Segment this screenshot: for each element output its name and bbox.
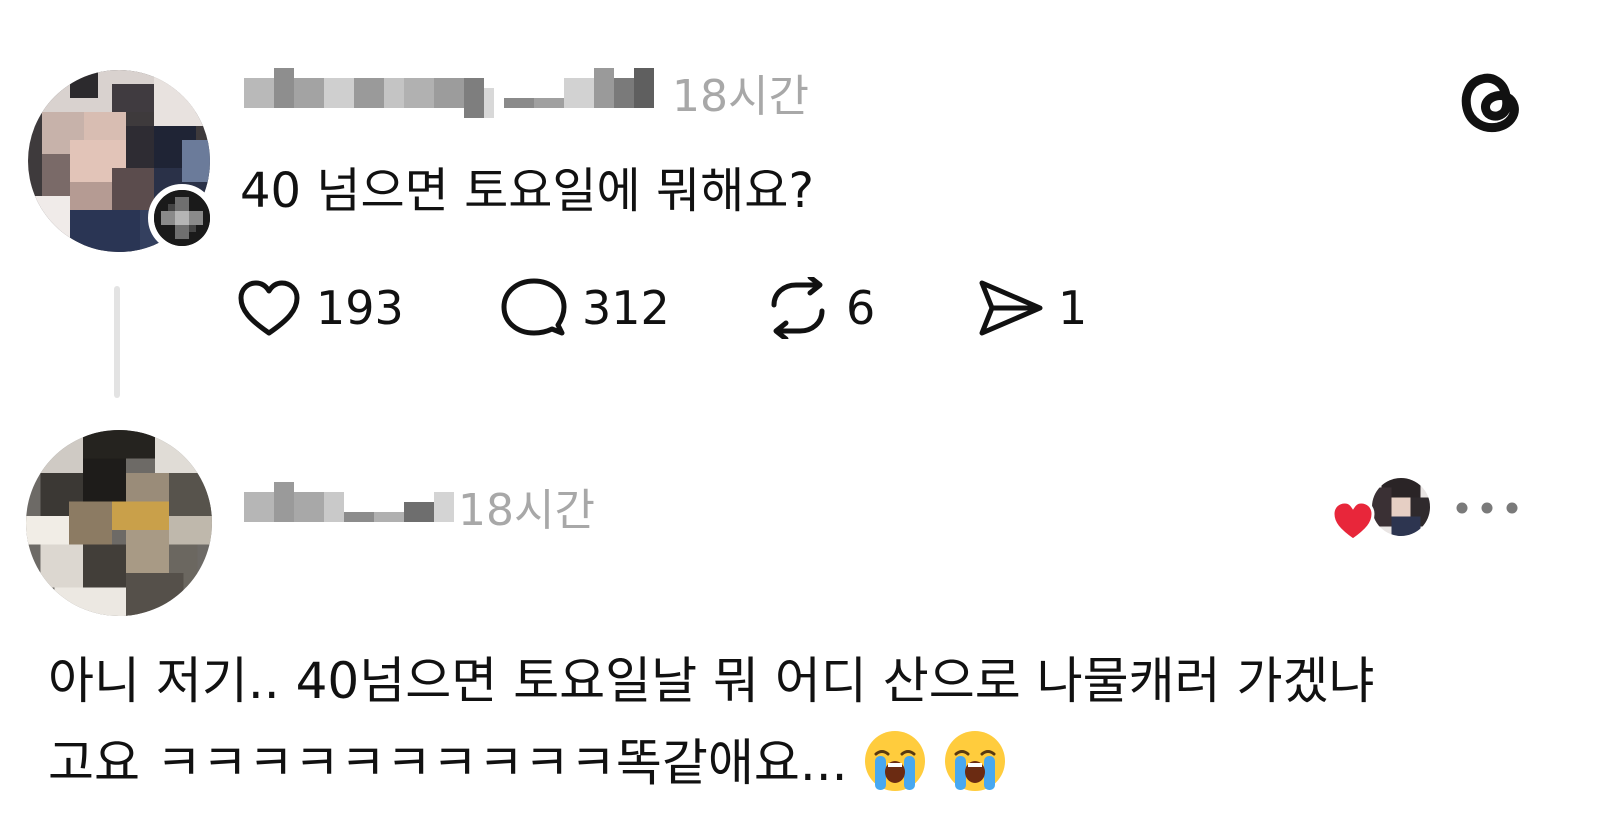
more-options-icon[interactable] — [1450, 496, 1524, 520]
send-icon — [979, 280, 1043, 336]
author-username-pixelated[interactable] — [244, 68, 664, 118]
repost-button[interactable]: 6 — [764, 276, 875, 340]
reply-count: 312 — [582, 281, 670, 335]
speech-bubble-icon — [501, 278, 567, 336]
like-button[interactable]: 193 — [236, 276, 404, 340]
share-button[interactable]: 1 — [976, 276, 1087, 340]
repost-icon — [771, 277, 825, 339]
liked-by-avatar — [1370, 476, 1432, 538]
reply-text: 아니 저기.. 40넘으면 토요일날 뭐 어디 산으로 나물캐러 가겠냐 고요 … — [48, 640, 1568, 804]
reply-author-avatar[interactable] — [26, 430, 212, 616]
reply-text-line-1: 아니 저기.. 40넘으면 토요일날 뭐 어디 산으로 나물캐러 가겠냐 — [48, 652, 1375, 710]
threads-logo-icon[interactable] — [1448, 60, 1532, 144]
reply-timestamp: 18시간 — [458, 485, 595, 536]
reply-button[interactable]: 312 — [500, 276, 670, 340]
heart-icon — [238, 280, 300, 336]
reply-text-line-2: 고요 ㅋㅋㅋㅋㅋㅋㅋㅋㅋㅋ똑같애요... — [48, 722, 1568, 804]
loudly-crying-face-emoji — [944, 730, 1005, 791]
reply-text-line-2-text: 고요 ㅋㅋㅋㅋㅋㅋㅋㅋㅋㅋ똑같애요... — [48, 734, 848, 792]
follow-plus-icon[interactable] — [148, 184, 216, 252]
reply-username-pixelated[interactable] — [244, 482, 464, 532]
liked-by-author-indicator — [1330, 476, 1432, 546]
heart-icon — [1331, 500, 1375, 542]
post-text: 40 넘으면 토요일에 뭐해요? — [240, 163, 814, 219]
share-count: 1 — [1058, 281, 1088, 335]
like-count: 193 — [316, 281, 404, 335]
threads-screen: 18시간 40 넘으면 토요일에 뭐해요? 193 312 6 1 18시간 아… — [0, 0, 1600, 832]
thread-connector-line — [114, 286, 120, 398]
loudly-crying-face-emoji — [864, 730, 925, 791]
post-timestamp: 18시간 — [672, 71, 809, 122]
repost-count: 6 — [846, 281, 876, 335]
